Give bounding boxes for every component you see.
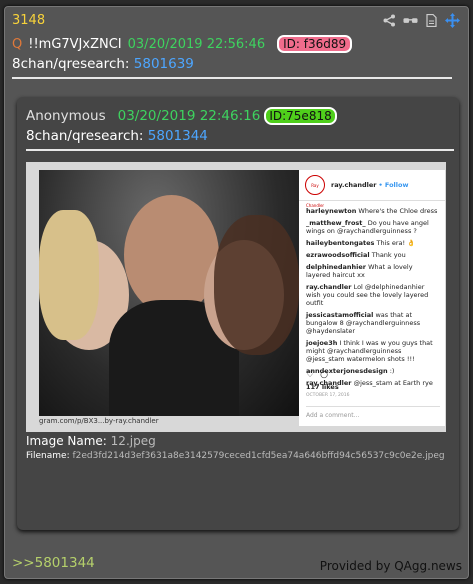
instagram-actions: ♡ ○: [306, 370, 440, 380]
comment-icon: ○: [320, 370, 328, 380]
photo-caption: gram.com/p/BX3...by-ray.chandler: [39, 417, 159, 425]
quoted-author: Anonymous: [26, 108, 106, 124]
backlink[interactable]: >>5801344: [12, 555, 95, 571]
list-item: ezrawoodsofficial Thank you: [306, 251, 406, 259]
post-meta: Q !!mG7VJxZNCI 03/20/2019 22:56:46 ID: f…: [12, 35, 353, 53]
share-icon[interactable]: [382, 13, 397, 28]
provided-by: Provided by QAgg.news: [319, 559, 462, 573]
image-name-label: Image Name:: [26, 434, 107, 448]
image-name-value: 12.jpeg: [110, 434, 156, 448]
post-card: 3148 Q !!mG7VJxZNCI 03/20/2019 22:56:46 …: [4, 6, 469, 579]
board-post-link[interactable]: 5801639: [134, 56, 194, 72]
post-number[interactable]: 3148: [12, 13, 45, 28]
divider: [26, 149, 454, 151]
post-toolbar: [382, 13, 460, 28]
photo: [39, 170, 299, 416]
attached-image[interactable]: gram.com/p/BX3...by-ray.chandler Ray Cha…: [26, 162, 446, 432]
instagram-footer: ♡ ○ 117 likes OCTOBER 17, 2016 Add a com…: [306, 370, 440, 419]
poster-id-badge: ID: f36d89: [277, 35, 353, 53]
heart-icon: ♡: [306, 370, 315, 380]
list-item: haileybentongates This era! 👌: [306, 239, 416, 247]
quoted-post: Anonymous 03/20/2019 22:46:16 ID:75e818 …: [17, 97, 459, 530]
list-item: _matthew_frost_ Do you have angel wings …: [306, 219, 429, 235]
instagram-panel: Ray Chandler ray.chandler • Follow harle…: [299, 170, 445, 426]
glasses-icon[interactable]: [403, 13, 418, 28]
follow-button: • Follow: [378, 181, 409, 189]
q-marker: Q: [12, 36, 23, 52]
instagram-header: Ray Chandler ray.chandler • Follow: [299, 170, 445, 208]
quoted-board-name: 8chan/qresearch:: [26, 128, 144, 144]
filename-value: f2ed3fd214d3ef3631a8e3142579ceced1cfd5ea…: [72, 451, 445, 461]
post-time: OCTOBER 17, 2016: [306, 393, 350, 398]
quoted-meta: Anonymous 03/20/2019 22:46:16 ID:75e818: [26, 107, 337, 125]
list-item: jessicastamofficial was that at bungalow…: [306, 311, 421, 335]
instagram-username: ray.chandler: [331, 181, 377, 189]
list-item: delphinedanhier What a lovely layered ha…: [306, 263, 413, 279]
likes-count: 117 likes: [306, 383, 339, 391]
filename-label: Filename:: [26, 451, 70, 461]
board-line: 8chan/qresearch: 5801639: [12, 56, 194, 72]
quoted-board-post-link[interactable]: 5801344: [148, 128, 208, 144]
quoted-board-line: 8chan/qresearch: 5801344: [26, 128, 208, 144]
quoted-date: 03/20/2019 22:46:16: [117, 108, 261, 124]
quoted-id-badge: ID:75e818: [264, 107, 337, 125]
filename-line: Filename: f2ed3fd214d3ef3631a8e3142579ce…: [26, 451, 445, 461]
add-comment-field: Add a comment...: [306, 406, 440, 419]
post-date: 03/20/2019 22:56:46: [127, 36, 266, 52]
hair-right: [214, 215, 299, 355]
board-name: 8chan/qresearch:: [12, 56, 130, 72]
move-icon[interactable]: [445, 13, 460, 28]
hair-left: [39, 210, 99, 340]
image-name-line: Image Name: 12.jpeg: [26, 434, 156, 448]
list-item: harleynewton Where's the Chloe dress: [306, 207, 438, 215]
divider: [12, 77, 452, 79]
comment-list: harleynewton Where's the Chloe dress _ma…: [299, 201, 445, 397]
list-item: joejoe3h I think I was w you guys that m…: [306, 339, 433, 363]
avatar: Ray Chandler: [305, 175, 325, 208]
list-item: ray.chandler Lol @delphinedanhier wish y…: [306, 283, 429, 307]
tripcode: !!mG7VJxZNCI: [28, 36, 122, 52]
document-icon[interactable]: [424, 13, 439, 28]
